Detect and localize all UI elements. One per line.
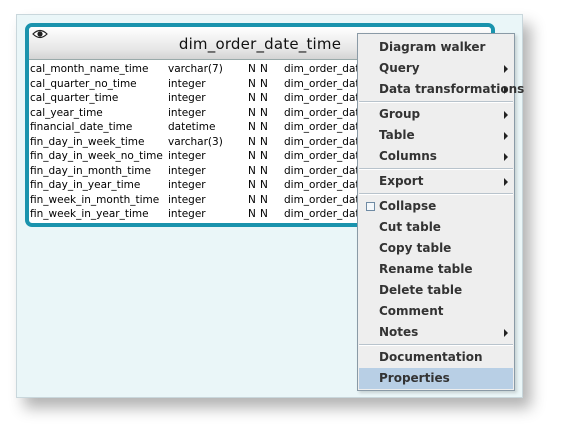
column-flag-1: N bbox=[248, 121, 256, 133]
column-flag-1: N bbox=[248, 135, 256, 148]
column-ref: dim_order_date bbox=[284, 150, 366, 162]
submenu-arrow-icon bbox=[504, 329, 508, 337]
menu-item-collapse[interactable]: Collapse bbox=[359, 196, 513, 217]
column-type: integer bbox=[168, 179, 206, 191]
submenu-arrow-icon bbox=[504, 86, 508, 94]
column-flag-2: N bbox=[260, 150, 268, 162]
column-flag-2: N bbox=[260, 63, 268, 75]
column-type: datetime bbox=[168, 121, 216, 133]
column-flag-2: N bbox=[260, 164, 268, 177]
column-name: cal_quarter_time bbox=[30, 92, 119, 104]
menu-separator bbox=[359, 101, 513, 103]
menu-item-label: Table bbox=[379, 128, 415, 142]
column-flag-2: N bbox=[260, 121, 268, 133]
column-flag-2: N bbox=[260, 92, 268, 104]
menu-item-table[interactable]: Table bbox=[359, 125, 513, 146]
column-type: integer bbox=[168, 193, 206, 206]
column-name: financial_date_time bbox=[30, 121, 133, 133]
column-name: fin_week_in_year_time bbox=[30, 208, 149, 220]
menu-item-label: Group bbox=[379, 107, 421, 121]
submenu-arrow-icon bbox=[504, 111, 508, 119]
menu-item-comment[interactable]: Comment bbox=[359, 301, 513, 322]
column-type: integer bbox=[168, 208, 206, 220]
menu-separator bbox=[359, 344, 513, 346]
menu-item-delete-table[interactable]: Delete table bbox=[359, 280, 513, 301]
menu-item-columns[interactable]: Columns bbox=[359, 146, 513, 167]
column-flag-1: N bbox=[248, 92, 256, 104]
column-flag-1: N bbox=[248, 63, 256, 75]
column-type: varchar(3) bbox=[168, 135, 223, 148]
column-ref: dim_order_date bbox=[284, 164, 366, 177]
column-flag-2: N bbox=[260, 106, 268, 119]
menu-item-label: Data transformations bbox=[379, 82, 525, 96]
column-name: fin_day_in_week_no_time bbox=[30, 150, 163, 162]
menu-item-group[interactable]: Group bbox=[359, 104, 513, 125]
menu-item-diagram-walker[interactable]: Diagram walker bbox=[359, 37, 513, 58]
menu-item-label: Notes bbox=[379, 325, 419, 339]
column-flag-1: N bbox=[248, 208, 256, 220]
column-type: integer bbox=[168, 92, 206, 104]
column-ref: dim_order_date bbox=[284, 193, 366, 206]
submenu-arrow-icon bbox=[504, 132, 508, 140]
menu-item-label: Collapse bbox=[379, 199, 437, 213]
menu-item-label: Columns bbox=[379, 149, 437, 163]
column-name: cal_year_time bbox=[30, 106, 103, 119]
column-ref: dim_order_date bbox=[284, 106, 366, 119]
column-flag-1: N bbox=[248, 164, 256, 177]
menu-item-export[interactable]: Export bbox=[359, 171, 513, 192]
submenu-arrow-icon bbox=[504, 178, 508, 186]
column-name: cal_quarter_no_time bbox=[30, 77, 137, 90]
column-type: varchar(7) bbox=[168, 63, 223, 75]
column-flag-2: N bbox=[260, 77, 268, 90]
column-ref: dim_order_date bbox=[284, 92, 366, 104]
column-type: integer bbox=[168, 150, 206, 162]
menu-item-query[interactable]: Query bbox=[359, 58, 513, 79]
column-flag-1: N bbox=[248, 179, 256, 191]
menu-item-rename-table[interactable]: Rename table bbox=[359, 259, 513, 280]
menu-item-notes[interactable]: Notes bbox=[359, 322, 513, 343]
column-ref: dim_order_date bbox=[284, 208, 366, 220]
column-flag-1: N bbox=[248, 150, 256, 162]
menu-separator bbox=[359, 193, 513, 195]
column-ref: dim_order_date bbox=[284, 77, 366, 90]
menu-item-copy-table[interactable]: Copy table bbox=[359, 238, 513, 259]
menu-item-label: Query bbox=[379, 61, 420, 75]
column-type: integer bbox=[168, 164, 206, 177]
menu-item-cut-table[interactable]: Cut table bbox=[359, 217, 513, 238]
context-menu: Diagram walker Query Data transformation… bbox=[357, 33, 524, 391]
column-name: cal_month_name_time bbox=[30, 63, 149, 75]
submenu-arrow-icon bbox=[504, 65, 508, 73]
column-flag-2: N bbox=[260, 179, 268, 191]
column-name: fin_day_in_year_time bbox=[30, 179, 141, 191]
column-ref: dim_order_date bbox=[284, 63, 366, 75]
menu-item-data-transformations[interactable]: Data transformations bbox=[359, 79, 524, 100]
column-name: fin_day_in_week_time bbox=[30, 135, 145, 148]
column-ref: dim_order_date bbox=[284, 135, 366, 148]
submenu-arrow-icon bbox=[504, 153, 508, 161]
menu-item-properties[interactable]: Properties bbox=[359, 368, 513, 389]
column-flag-1: N bbox=[248, 193, 256, 206]
column-flag-1: N bbox=[248, 106, 256, 119]
column-type: integer bbox=[168, 106, 206, 119]
column-flag-2: N bbox=[260, 193, 268, 206]
column-name: fin_day_in_month_time bbox=[30, 164, 151, 177]
column-name: fin_week_in_month_time bbox=[30, 193, 160, 206]
checkbox-icon bbox=[366, 202, 375, 211]
column-flag-1: N bbox=[248, 77, 256, 90]
menu-separator bbox=[359, 168, 513, 170]
column-ref: dim_order_date bbox=[284, 121, 366, 133]
column-flag-2: N bbox=[260, 135, 268, 148]
menu-item-label: Export bbox=[379, 174, 424, 188]
column-flag-2: N bbox=[260, 208, 268, 220]
menu-item-documentation[interactable]: Documentation bbox=[359, 347, 513, 368]
column-type: integer bbox=[168, 77, 206, 90]
column-ref: dim_order_date bbox=[284, 179, 366, 191]
